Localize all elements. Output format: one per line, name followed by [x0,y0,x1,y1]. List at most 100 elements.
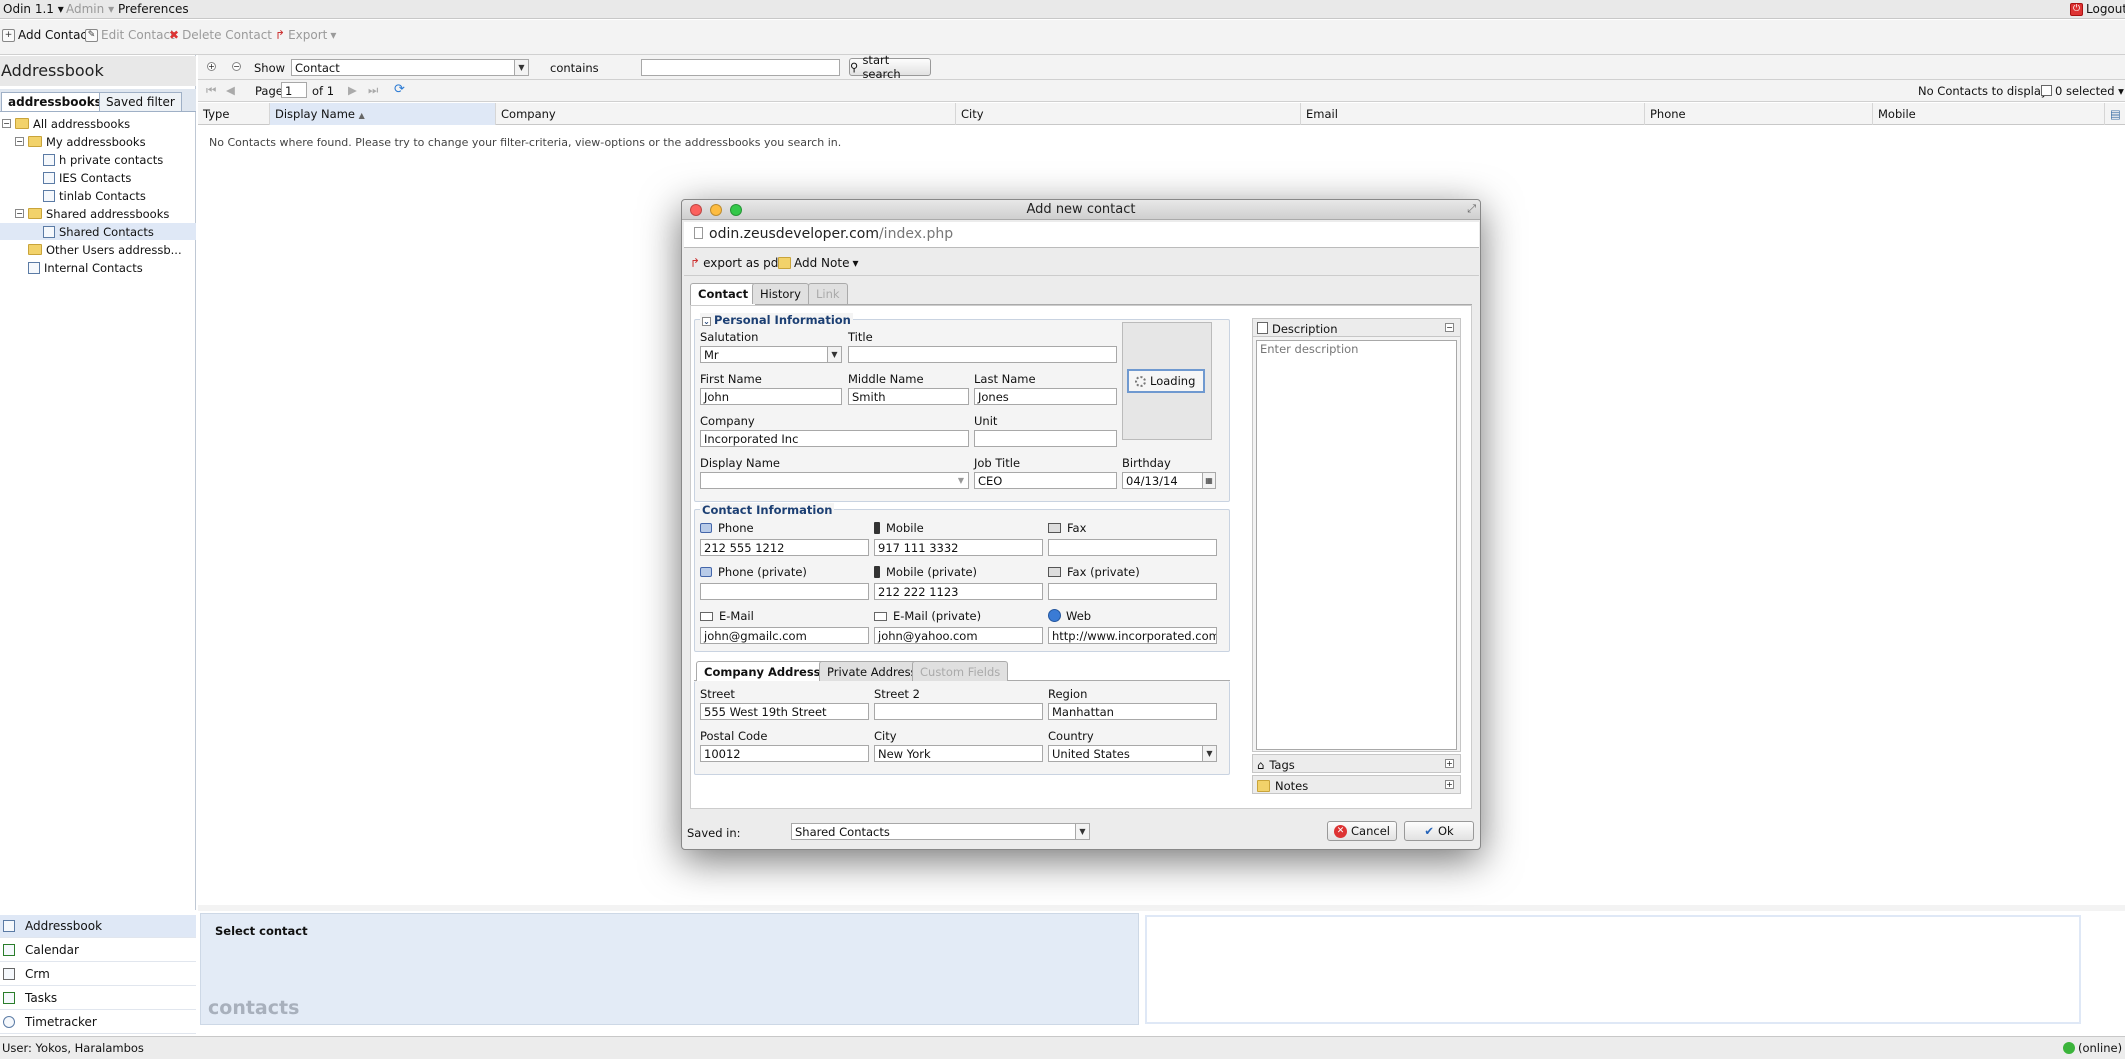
filter-value-input[interactable] [641,59,840,76]
city-input[interactable]: New York [874,745,1043,762]
tags-panel[interactable]: ⌂ Tags + [1252,754,1461,773]
street2-input[interactable] [874,703,1043,720]
zoom-icon[interactable] [730,204,742,216]
saved-in-select[interactable]: Shared Contacts ▼ [791,823,1090,840]
preferences-menu[interactable]: Preferences [118,2,189,16]
personal-info-section: ⌄ Personal Information Salutation Mr ▼ Tit… [694,313,1230,502]
last-page-icon[interactable]: ⏭ [368,83,378,98]
splitter[interactable] [198,905,2125,911]
street-input[interactable]: 555 West 19th Street [700,703,869,720]
module-tasks[interactable]: Tasks [0,987,196,1010]
tree-other-users[interactable]: Other Users addressb... [28,241,182,258]
first-name-input[interactable]: John [700,388,842,405]
description-textarea[interactable]: Enter description [1256,340,1457,750]
notes-panel[interactable]: Notes + [1252,775,1461,794]
fullscreen-icon[interactable]: ⤢ [1467,202,1476,216]
add-filter-icon[interactable]: + [207,62,216,71]
export-pdf-button[interactable]: ↱ export as pdf [690,256,783,270]
cancel-button[interactable]: ✕ Cancel [1327,821,1397,841]
web-input[interactable]: http://www.incorporated.com [1048,627,1217,644]
collapse-icon[interactable]: − [1445,323,1454,332]
mobile-private-input[interactable]: 212 222 1123 [874,583,1043,600]
display-name-select[interactable]: ▼ [700,472,969,489]
edit-contact-button[interactable]: ✎ Edit Contact [85,28,175,42]
birthday-input[interactable]: 04/13/14 ▦ [1122,472,1216,489]
module-timetracker[interactable]: Timetracker [0,1011,196,1034]
collapse-icon[interactable]: − [2,119,11,128]
expand-icon[interactable]: + [1445,780,1454,789]
tab-contact[interactable]: Contact [690,283,757,305]
refresh-icon[interactable]: ⟳ [394,82,405,97]
page-input[interactable]: 1 [281,82,307,98]
col-city[interactable]: City [956,103,1301,125]
tree-item-shared-contacts[interactable]: Shared Contacts [0,223,196,240]
next-page-icon[interactable]: ▶ [348,83,357,97]
phone-input[interactable]: 212 555 1212 [700,539,869,556]
unit-input[interactable] [974,430,1117,447]
export-button[interactable]: ↱ Export ▾ [275,28,336,42]
tree-shared-addressbooks[interactable]: − Shared addressbooks [15,205,169,222]
admin-menu[interactable]: Admin ▾ [66,2,114,16]
col-display-name[interactable]: Display Name ▲ [270,103,496,125]
first-page-icon[interactable]: ⏮ [206,83,216,98]
tab-company-address[interactable]: Company Address [696,661,829,681]
tree-all-addressbooks[interactable]: − All addressbooks [2,115,130,132]
postal-code-input[interactable]: 10012 [700,745,869,762]
col-email[interactable]: Email [1301,103,1645,125]
module-crm[interactable]: Crm [0,963,196,986]
collapse-icon[interactable]: − [15,137,24,146]
tree-my-addressbooks[interactable]: − My addressbooks [15,133,146,150]
job-title-input[interactable]: CEO [974,472,1117,489]
mobile-label: Mobile [874,521,924,535]
middle-name-input[interactable]: Smith [848,388,969,405]
delete-contact-button[interactable]: ✖ Delete Contact [169,28,272,42]
country-select[interactable]: United States ▼ [1048,745,1217,762]
salutation-select[interactable]: Mr ▼ [700,346,842,363]
selection-count[interactable]: 0 selected ▾ [2041,84,2124,98]
tab-history[interactable]: History [752,283,809,304]
columns-menu-icon[interactable]: ▤ [2110,107,2121,121]
ok-button[interactable]: ✔ Ok [1404,821,1474,841]
notes-title: Notes [1257,779,1308,793]
app-menu[interactable]: Odin 1.1 ▾ [3,2,64,16]
add-note-button[interactable]: Add Note ▾ [778,256,858,270]
filter-field-select[interactable]: Contact ▼ [291,59,529,76]
tree-item-ies-contacts[interactable]: IES Contacts [43,169,131,186]
phone-private-input[interactable] [700,583,869,600]
start-search-button[interactable]: ⚲ start search [849,53,931,81]
close-icon[interactable] [690,204,702,216]
module-calendar[interactable]: Calendar [0,939,196,962]
minimize-icon[interactable] [710,204,722,216]
tree-item-h-private-contacts[interactable]: h private contacts [43,151,163,168]
fax-private-input[interactable] [1048,583,1217,600]
tree-internal-contacts[interactable]: Internal Contacts [28,259,143,276]
calendar-icon[interactable]: ▦ [1202,473,1215,488]
company-input[interactable]: Incorporated Inc [700,430,969,447]
tab-link[interactable]: Link [808,283,848,304]
logout-button[interactable]: ⏻ Logout [2070,2,2125,16]
tab-addressbooks[interactable]: addressbooks [1,92,109,111]
contact-photo[interactable]: Loading [1122,322,1212,440]
remove-filter-icon[interactable]: − [232,62,241,71]
expand-icon[interactable]: + [1445,759,1454,768]
tab-custom-fields[interactable]: Custom Fields [912,661,1009,681]
module-addressbook[interactable]: Addressbook [0,915,196,938]
tab-private-address[interactable]: Private Address [819,661,925,681]
collapse-icon[interactable]: ⌄ [702,317,711,326]
col-phone[interactable]: Phone [1645,103,1873,125]
tree-item-tinlab-contacts[interactable]: tinlab Contacts [43,187,146,204]
email-private-input[interactable]: john@yahoo.com [874,627,1043,644]
collapse-icon[interactable]: − [15,209,24,218]
last-name-input[interactable]: Jones [974,388,1117,405]
title-input[interactable] [848,346,1117,363]
mobile-input[interactable]: 917 111 3332 [874,539,1043,556]
add-contact-button[interactable]: + Add Contact [2,28,92,42]
tab-saved-filter[interactable]: Saved filter [99,92,182,111]
prev-page-icon[interactable]: ◀ [226,83,235,97]
col-type[interactable]: Type [198,103,270,125]
col-company[interactable]: Company [496,103,956,125]
col-mobile[interactable]: Mobile [1873,103,2105,125]
region-input[interactable]: Manhattan [1048,703,1217,720]
email-input[interactable]: john@gmailc.com [700,627,869,644]
fax-input[interactable] [1048,539,1217,556]
